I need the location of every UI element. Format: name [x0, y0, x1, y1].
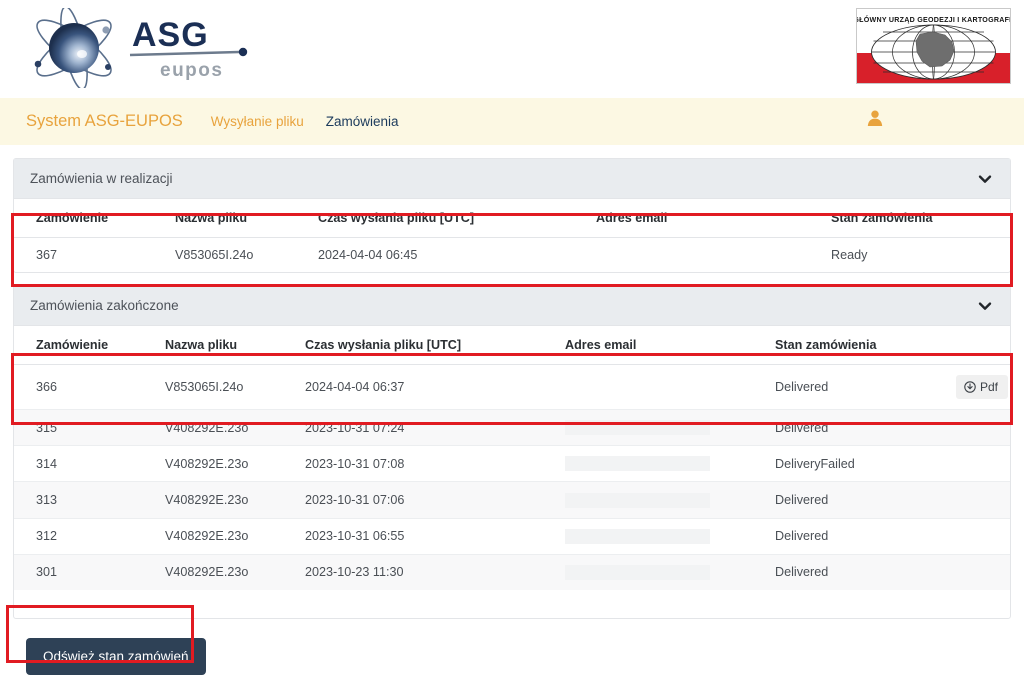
- nav-item-zamowienia[interactable]: Zamówienia: [326, 114, 399, 129]
- column-header-actions: [956, 326, 1010, 365]
- column-header-order: Zamówienie: [14, 199, 175, 238]
- cell-order: 315: [14, 409, 165, 447]
- cell-order: 313: [14, 481, 165, 519]
- cell-status: Delivered: [775, 481, 956, 519]
- cell-file-name: V408292E.23o: [165, 445, 305, 483]
- cell-sent-time: 2023-10-31 07:24: [305, 409, 565, 447]
- redacted-email: [565, 528, 710, 544]
- table-row: 314 V408292E.23o 2023-10-31 07:08 Delive…: [14, 445, 1010, 483]
- column-header-email: Adres email: [565, 326, 775, 365]
- table-row: 313 V408292E.23o 2023-10-31 07:06 Delive…: [14, 481, 1010, 519]
- cell-status: Ready: [831, 248, 868, 262]
- table-row: 312 V408292E.23o 2023-10-31 06:55 Delive…: [14, 518, 1010, 555]
- cell-email: [565, 445, 775, 483]
- redacted-email: [565, 564, 710, 580]
- table-row: 366 V853065I.24o 2024-04-04 06:37 Delive…: [14, 364, 1010, 410]
- table-row: 315 V408292E.23o 2023-10-31 07:24 Delive…: [14, 409, 1010, 447]
- navbar-brand[interactable]: System ASG-EUPOS: [26, 112, 183, 131]
- cell-file-name: V408292E.23o: [165, 518, 305, 555]
- column-header-sent-time: Czas wysłania pliku [UTC]: [305, 326, 565, 365]
- cell-sent-time: 2023-10-31 07:06: [305, 481, 565, 519]
- table-header-row: Zamówienie Nazwa pliku Czas wysłania pli…: [14, 326, 1010, 365]
- orders-in-progress-table: Zamówienie Nazwa pliku Czas wysłania pli…: [14, 199, 1010, 272]
- panel-title-orders-in-progress: Zamówienia w realizacji: [30, 171, 173, 186]
- cell-sent-time: 2023-10-31 06:55: [305, 518, 565, 555]
- chevron-down-icon[interactable]: [977, 171, 993, 187]
- cell-status: Delivered: [775, 554, 956, 590]
- cell-status: Delivered: [775, 409, 956, 447]
- download-pdf-label: Pdf: [980, 380, 999, 394]
- redacted-email: [565, 492, 710, 508]
- column-header-status: Stan zamówienia: [831, 199, 1010, 238]
- cell-status: Delivered: [775, 364, 956, 410]
- svg-text:eupos: eupos: [160, 60, 223, 81]
- cell-file-name: V408292E.23o: [165, 481, 305, 519]
- cell-email: [565, 481, 775, 519]
- column-header-email: Adres email: [596, 199, 831, 238]
- panel-orders-in-progress: Zamówienia w realizacji Zamówienie Nazwa…: [13, 158, 1011, 273]
- gugik-logo: GŁÓWNY URZĄD GEODEZJI I KARTOGRAFII: [856, 8, 1011, 84]
- chevron-down-icon[interactable]: [977, 298, 993, 314]
- column-header-file-name: Nazwa pliku: [175, 199, 318, 238]
- cell-status: Delivered: [775, 518, 956, 555]
- cell-sent-time: 2024-04-04 06:45: [318, 248, 418, 262]
- panel-header-completed-orders[interactable]: Zamówienia zakończone: [14, 286, 1010, 326]
- cell-actions: [956, 445, 1010, 483]
- column-header-order: Zamówienie: [14, 326, 165, 365]
- cell-email: [565, 364, 775, 410]
- column-header-sent-time: Czas wysłania pliku [UTC]: [318, 199, 596, 238]
- redacted-email: [565, 420, 710, 436]
- download-icon: [964, 381, 976, 393]
- cell-order: 367: [36, 248, 58, 262]
- cell-actions: [956, 554, 1010, 590]
- nav-item-wysylanie-pliku[interactable]: Wysyłanie pliku: [211, 114, 304, 129]
- gugik-logo-text: GŁÓWNY URZĄD GEODEZJI I KARTOGRAFII: [857, 15, 1010, 24]
- cell-actions: [956, 481, 1010, 519]
- user-icon[interactable]: [866, 109, 884, 127]
- brand-band: ASG eupos GŁÓWNY URZĄD GEODEZJI I KARTOG…: [0, 0, 1024, 98]
- cell-actions: [956, 409, 1010, 447]
- cell-file-name: V853065I.24o: [175, 248, 254, 262]
- main-navbar: System ASG-EUPOS Wysyłanie pliku Zamówie…: [0, 98, 1024, 145]
- cell-sent-time: 2024-04-04 06:37: [305, 364, 565, 410]
- cell-actions: Pdf: [956, 364, 1010, 410]
- cell-file-name: V853065I.24o: [165, 364, 305, 410]
- cell-file-name: V408292E.23o: [165, 409, 305, 447]
- cell-sent-time: 2023-10-31 07:08: [305, 445, 565, 483]
- column-header-status: Stan zamówienia: [775, 326, 956, 365]
- page-content: Zamówienia w realizacji Zamówienie Nazwa…: [0, 145, 1024, 675]
- cell-email: [596, 238, 831, 273]
- panel-title-completed-orders: Zamówienia zakończone: [30, 298, 179, 313]
- asg-eupos-logo: ASG eupos: [22, 8, 252, 88]
- cell-order: 366: [14, 364, 165, 410]
- download-pdf-button[interactable]: Pdf: [956, 375, 1009, 399]
- cell-actions: [956, 518, 1010, 555]
- cell-email: [565, 409, 775, 447]
- table-header-row: Zamówienie Nazwa pliku Czas wysłania pli…: [14, 199, 1010, 238]
- svg-text:ASG: ASG: [132, 16, 209, 54]
- panel-completed-orders: Zamówienia zakończone Zamówienie Nazwa p…: [13, 285, 1011, 619]
- table-row: 367 V853065I.24o 2024-04-04 06:45 Ready: [14, 238, 1010, 273]
- panel-header-orders-in-progress[interactable]: Zamówienia w realizacji: [14, 159, 1010, 199]
- cell-order: 314: [14, 445, 165, 483]
- completed-orders-table: Zamówienie Nazwa pliku Czas wysłania pli…: [14, 326, 1010, 590]
- cell-status: DeliveryFailed: [775, 445, 956, 483]
- refresh-orders-button[interactable]: Odśwież stan zamówień: [26, 637, 206, 675]
- cell-email: [565, 518, 775, 555]
- panel-bottom-spacer: [14, 590, 1010, 618]
- refresh-button-area: Odśwież stan zamówień: [13, 631, 1011, 675]
- table-row: 301 V408292E.23o 2023-10-23 11:30 Delive…: [14, 554, 1010, 590]
- redacted-email: [565, 456, 710, 472]
- cell-file-name: V408292E.23o: [165, 554, 305, 590]
- cell-order: 312: [14, 518, 165, 555]
- cell-email: [565, 554, 775, 590]
- column-header-file-name: Nazwa pliku: [165, 326, 305, 365]
- cell-order: 301: [14, 554, 165, 590]
- cell-sent-time: 2023-10-23 11:30: [305, 554, 565, 590]
